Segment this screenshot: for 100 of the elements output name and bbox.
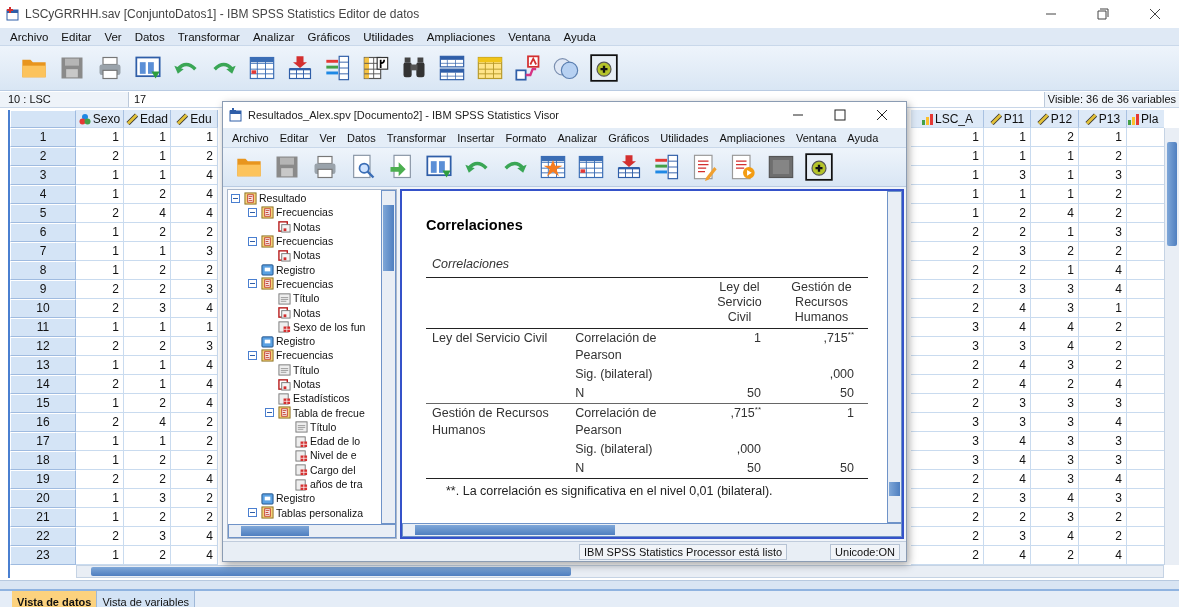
row-header[interactable]: 12 <box>10 337 76 356</box>
menu-item[interactable]: Ampliaciones <box>420 30 503 43</box>
menu-item[interactable]: Ayuda <box>842 131 885 144</box>
outline-item[interactable]: Frecuencias <box>276 277 334 290</box>
column-header[interactable]: P12 <box>1031 110 1079 128</box>
collapse-toggle[interactable] <box>265 408 274 418</box>
grid-star-icon[interactable] <box>539 153 567 181</box>
column-header[interactable]: P11 <box>984 110 1031 128</box>
outline-item[interactable]: Título <box>310 420 337 433</box>
collapse-toggle[interactable] <box>248 207 257 217</box>
collapse-toggle[interactable] <box>231 193 240 203</box>
outline-item[interactable]: años de tra <box>310 478 363 491</box>
menu-item[interactable]: Analizar <box>552 131 604 144</box>
collapse-toggle[interactable] <box>248 350 257 360</box>
menu-item[interactable]: Editar <box>55 30 99 43</box>
document-pencil-icon[interactable] <box>691 153 719 181</box>
outline-item[interactable]: Registro <box>276 335 316 348</box>
column-header[interactable]: Edad <box>124 110 171 128</box>
outline-item[interactable]: Edad de lo <box>310 435 361 448</box>
menu-item[interactable]: Gráficos <box>301 30 358 43</box>
plus-icon[interactable] <box>590 54 618 82</box>
row-header[interactable]: 2 <box>10 147 76 166</box>
insert-column-icon[interactable] <box>653 153 681 181</box>
row-header[interactable]: 8 <box>10 261 76 280</box>
row-header[interactable]: 3 <box>10 166 76 185</box>
collapse-toggle[interactable] <box>248 279 257 289</box>
collapse-toggle[interactable] <box>248 508 257 518</box>
outline-item[interactable]: Tablas personaliza <box>276 506 363 519</box>
grid-icon[interactable] <box>248 54 276 82</box>
menu-item[interactable]: Utilidades <box>357 30 421 43</box>
outline-item[interactable]: Notas <box>293 378 321 390</box>
menu-item[interactable]: Archivo <box>227 131 275 144</box>
menu-item[interactable]: Datos <box>341 131 382 144</box>
menu-item[interactable]: Ventana <box>502 30 558 43</box>
horizontal-scrollbar[interactable] <box>228 524 396 538</box>
row-header[interactable]: 10 <box>10 299 76 318</box>
column-header[interactable]: Sexo <box>76 110 124 128</box>
horizontal-scrollbar[interactable] <box>402 523 902 537</box>
menu-item[interactable]: Gráficos <box>603 131 656 144</box>
row-header[interactable]: 23 <box>10 546 76 565</box>
outline-item[interactable]: Registro <box>276 263 316 276</box>
row-header[interactable]: 22 <box>10 527 76 546</box>
outline-item[interactable]: Frecuencias <box>276 206 334 219</box>
menu-item[interactable]: Formato <box>500 131 553 144</box>
outline-item[interactable]: Título <box>293 292 320 305</box>
outline-item[interactable]: Resultado <box>259 192 307 205</box>
row-header[interactable]: 11 <box>10 318 76 337</box>
outline-item[interactable]: Notas <box>293 220 321 233</box>
outline-item[interactable]: Sexo de los fun <box>293 320 366 333</box>
menu-item[interactable]: Transformar <box>381 131 453 144</box>
vertical-scrollbar[interactable] <box>887 191 902 523</box>
column-header[interactable]: P13 <box>1079 110 1127 128</box>
menu-item[interactable]: Analizar <box>246 30 302 43</box>
outline-item[interactable]: Notas <box>293 249 321 262</box>
cell-value-field[interactable]: 17 <box>129 93 1044 105</box>
menu-item[interactable]: Ayuda <box>557 30 603 43</box>
menu-item[interactable]: Ventana <box>790 131 843 144</box>
plus-icon[interactable] <box>805 153 833 181</box>
row-header[interactable]: 13 <box>10 356 76 375</box>
row-header[interactable]: 9 <box>10 280 76 299</box>
row-header[interactable]: 17 <box>10 432 76 451</box>
menu-item[interactable]: Ver <box>314 131 342 144</box>
row-header[interactable]: 20 <box>10 489 76 508</box>
column-header[interactable]: LSC_A <box>911 110 984 128</box>
menu-item[interactable]: Transformar <box>171 30 247 43</box>
outline-item[interactable]: Registro <box>276 492 316 505</box>
row-header[interactable]: 19 <box>10 470 76 489</box>
insert-row-icon[interactable] <box>286 54 314 82</box>
column-header[interactable]: Pla <box>1127 110 1164 128</box>
menu-item[interactable]: Ampliaciones <box>714 131 791 144</box>
tab[interactable]: Vista de datos <box>12 591 98 607</box>
grid-marker-icon[interactable] <box>362 54 390 82</box>
blank-square-icon[interactable] <box>767 153 795 181</box>
outline-item[interactable]: Título <box>293 363 320 376</box>
outline-item[interactable]: Cargo del <box>310 463 356 476</box>
menu-item[interactable]: Ver <box>98 30 129 43</box>
outline-item[interactable]: Tabla de frecue <box>293 406 365 419</box>
document-play-icon[interactable] <box>729 153 757 181</box>
outline-item[interactable]: Nivel de e <box>310 449 357 462</box>
row-header[interactable]: 4 <box>10 185 76 204</box>
row-header[interactable]: 15 <box>10 394 76 413</box>
insert-column-icon[interactable] <box>324 54 352 82</box>
tab[interactable]: Vista de variables <box>97 591 195 607</box>
insert-row-icon[interactable] <box>615 153 643 181</box>
outline-item[interactable]: Frecuencias <box>276 235 334 248</box>
outline-item[interactable]: Notas <box>293 306 321 319</box>
row-header[interactable]: 18 <box>10 451 76 470</box>
menu-item[interactable]: Utilidades <box>655 131 715 144</box>
row-header[interactable]: 7 <box>10 242 76 261</box>
menu-item[interactable]: Insertar <box>452 131 501 144</box>
menu-item[interactable]: Editar <box>274 131 315 144</box>
row-header[interactable]: 21 <box>10 508 76 527</box>
split-grid-icon[interactable] <box>438 54 466 82</box>
vertical-scrollbar[interactable] <box>381 190 396 524</box>
menu-item[interactable]: Archivo <box>4 30 56 43</box>
column-header[interactable]: Edu <box>171 110 218 128</box>
collapse-toggle[interactable] <box>248 236 257 246</box>
value-labels-icon[interactable] <box>514 54 542 82</box>
row-header[interactable]: 1 <box>10 128 76 147</box>
row-header[interactable]: 5 <box>10 204 76 223</box>
